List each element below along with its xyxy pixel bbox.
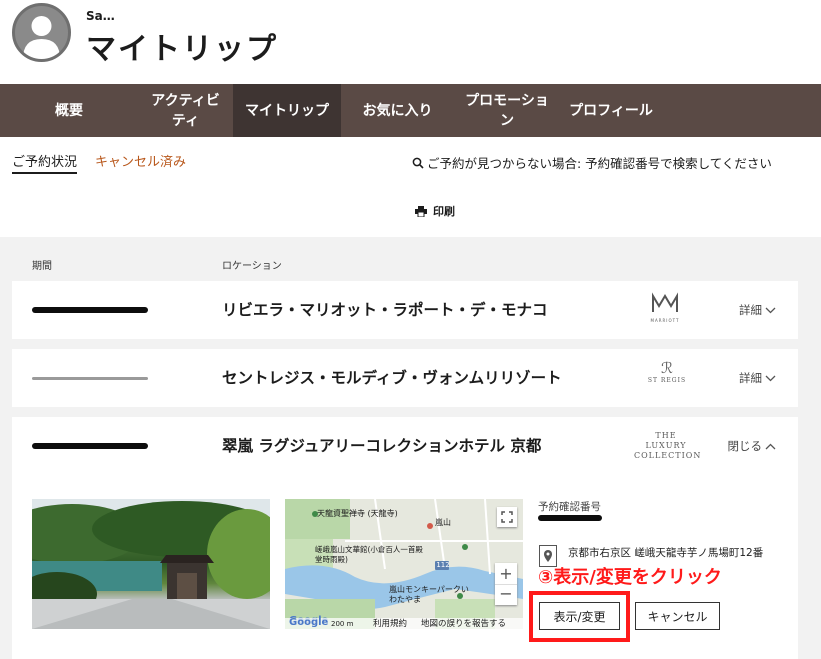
nav-favorites[interactable]: お気に入り [341, 84, 454, 137]
zoom-in-button[interactable]: + [495, 563, 517, 584]
map-label-temple: 天龍資聖禅寺 (天龍寺) [317, 509, 398, 518]
map-report-link[interactable]: 地図の誤りを報告する [421, 617, 506, 629]
nav-activity[interactable]: アクティビティ [138, 84, 233, 137]
printer-icon [415, 205, 427, 217]
map-label-arashiyama: 嵐山 [435, 518, 451, 527]
fullscreen-button[interactable] [497, 507, 517, 527]
print-button[interactable]: 印刷 [415, 203, 455, 219]
details-toggle[interactable]: 詳細 [739, 302, 776, 318]
map-scale: 200 m [331, 620, 354, 628]
map-terms-link[interactable]: 利用規約 [373, 617, 407, 629]
chevron-down-icon [765, 375, 776, 381]
redacted-dates [32, 443, 148, 449]
redacted-confirmation-number [538, 515, 602, 521]
zoom-out-button[interactable]: − [495, 584, 517, 605]
page-header: Sa… マイトリップ [0, 0, 821, 84]
search-link-label: ご予約が見つからない場合: 予約確認番号で検索してください [427, 156, 772, 171]
avatar[interactable] [12, 3, 71, 62]
reservation-row[interactable]: リビエラ・マリオット・ラポート・デ・モナコ MARRIOTT 詳細 [12, 281, 798, 339]
location-map[interactable]: 天龍資聖禅寺 (天龍寺) 嵐山 嵯峨嵐山文華館(小倉百人一首殿堂時雨殿) 112… [285, 499, 523, 629]
hotel-address: 京都市右京区 嵯峨天龍寺芋ノ馬場町12番 [568, 547, 764, 559]
cancel-reservation-button[interactable]: キャンセル [635, 602, 720, 630]
reservation-row[interactable]: セントレジス・モルディブ・ヴォンムリリゾート ℛ ST REGIS 詳細 [12, 349, 798, 407]
subnav: ご予約状況 キャンセル済み ご予約が見つからない場合: 予約確認番号で検索してく… [0, 137, 821, 237]
nav-overview[interactable]: 概要 [0, 84, 138, 137]
map-label-monkey-park: 嵐山モンキーパークいわたやま [389, 585, 469, 604]
st-regis-logo: ℛ ST REGIS [647, 359, 687, 384]
luxury-collection-logo: THE LUXURY COLLECTION [634, 431, 702, 460]
map-label-hyakunin: 嵯峨嵐山文華館(小倉百人一首殿堂時雨殿) [315, 545, 423, 564]
details-toggle[interactable]: 詳細 [739, 370, 776, 386]
column-header-period: 期間 [32, 261, 52, 272]
marriott-logo: MARRIOTT [642, 292, 688, 323]
tab-cancelled[interactable]: キャンセル済み [95, 151, 186, 170]
hotel-name: 翠嵐 ラグジュアリーコレクションホテル 京都 [222, 437, 542, 455]
search-by-confirmation-link[interactable]: ご予約が見つからない場合: 予約確認番号で検索してください [412, 153, 772, 172]
reservation-list: 期間 ロケーション リビエラ・マリオット・ラポート・デ・モナコ MARRIOTT… [0, 237, 821, 659]
chevron-down-icon [765, 307, 776, 313]
zoom-controls: + − [495, 563, 517, 605]
reservation-row-expanded: 翠嵐 ラグジュアリーコレクションホテル 京都 THE LUXURY COLLEC… [12, 417, 798, 659]
route-label: 112 [436, 561, 450, 569]
main-nav: 概要 アクティビティ マイトリップ お気に入り プロモーション プロフィール [0, 84, 821, 137]
chevron-up-icon [765, 443, 776, 449]
print-label: 印刷 [433, 205, 455, 218]
tab-current-reservations[interactable]: ご予約状況 [12, 151, 78, 174]
fullscreen-icon [501, 511, 513, 523]
search-icon [412, 157, 424, 169]
nav-promotions[interactable]: プロモーション [454, 84, 560, 137]
hotel-name: セントレジス・モルディブ・ヴォンムリリゾート [222, 369, 562, 387]
instruction-annotation: ③表示/変更をクリック [538, 567, 722, 588]
hotel-photo [32, 499, 270, 629]
user-name: Sa… [86, 9, 115, 23]
column-header-location: ロケーション [222, 261, 282, 272]
page-title: マイトリップ [86, 32, 278, 67]
view-change-button[interactable]: 表示/変更 [539, 602, 620, 630]
confirmation-number-label: 予約確認番号 [538, 501, 601, 513]
redacted-dates [32, 377, 148, 380]
nav-my-trip[interactable]: マイトリップ [233, 84, 341, 137]
google-logo-text: Google [289, 617, 329, 628]
redacted-dates [32, 307, 148, 313]
hotel-name: リビエラ・マリオット・ラポート・デ・モナコ [222, 301, 548, 319]
nav-profile[interactable]: プロフィール [560, 84, 662, 137]
close-toggle[interactable]: 閉じる [728, 438, 777, 454]
